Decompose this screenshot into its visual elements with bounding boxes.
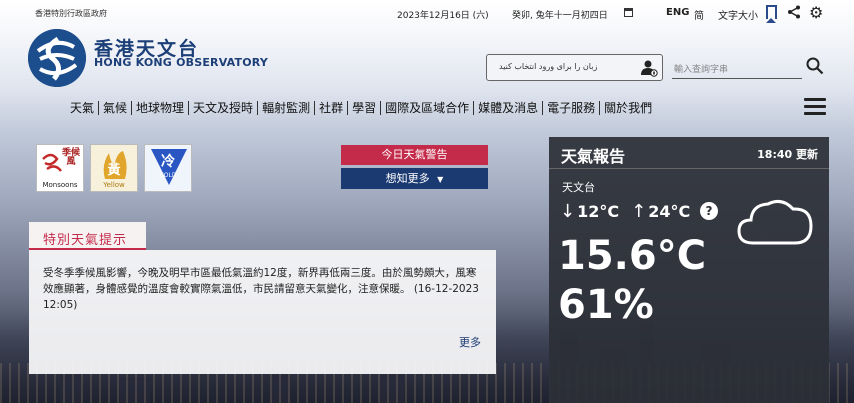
caret-down-icon: ▼	[437, 175, 444, 184]
learn-more-label: 想知更多	[385, 172, 430, 185]
weather-station: 天文台	[562, 181, 595, 194]
gear-icon[interactable]: ⚙	[809, 3, 823, 22]
special-tips-more-link[interactable]: 更多	[459, 334, 481, 350]
current-temperature: 15.6°C	[558, 233, 707, 279]
nav-item-geophysics[interactable]: 地球物理	[132, 101, 190, 115]
special-tips-panel: 受冬季季候風影響，今晚及明早市區最低氣溫約12度，新界再低兩三度。由於風勢頗大，…	[29, 250, 496, 374]
cloud-icon	[735, 193, 815, 249]
help-icon[interactable]: ?	[700, 202, 718, 220]
weather-report-title: 天氣報告	[561, 147, 626, 166]
nav-item-eservices[interactable]: 電子服務	[543, 101, 601, 115]
observatory-logo[interactable]	[28, 29, 86, 87]
cold-cn: 冷	[161, 154, 175, 170]
top-bar: 香港特別行政區政府 2023年12月16日 (六) 癸卯, 兔年十一月初四日 E…	[0, 0, 854, 28]
nav-item-climate[interactable]: 氣候	[99, 101, 133, 115]
current-humidity: 61%	[558, 282, 654, 328]
search-input[interactable]: 輸入查詢字串	[672, 55, 802, 79]
nav-item-community[interactable]: 社群	[315, 101, 349, 115]
voice-language-selector[interactable]: زبان را برای ورود انتخاب کنید	[486, 54, 663, 81]
cold-label: COLD	[159, 172, 177, 179]
cold-yellow-warning-icon[interactable]: 黃 Yellow	[90, 144, 138, 192]
arrow-up-icon: ↑	[631, 201, 647, 222]
weather-report-header: 天氣報告 18:40 更新	[549, 137, 829, 169]
today-warnings-button[interactable]: 今日天氣警告	[341, 145, 488, 165]
gov-label[interactable]: 香港特別行政區政府	[35, 8, 107, 19]
lang-english-link[interactable]: ENG	[666, 7, 689, 18]
arrow-down-icon: ↓	[560, 201, 576, 222]
special-tips-text: 受冬季季候風影響，今晚及明早市區最低氣溫約12度，新界再低兩三度。由於風勢頗大，…	[43, 267, 479, 311]
nav-item-weather[interactable]: 天氣	[66, 101, 100, 115]
nav-item-media[interactable]: 媒體及消息	[474, 101, 544, 115]
font-size-button[interactable]: 文字大小	[718, 7, 758, 22]
search-placeholder: 輸入查詢字串	[674, 65, 729, 75]
monsoon-label: Monsoons	[42, 181, 78, 189]
logo-name-english[interactable]: HONG KONG OBSERVATORY	[94, 56, 268, 69]
main-nav: 天氣 氣候 地球物理 天文及授時 輻射監測 社群 學習 國際及區域合作 媒體及消…	[66, 96, 656, 120]
voice-language-text: زبان را برای ورود انتخاب کنید	[499, 62, 598, 71]
share-icon[interactable]	[787, 5, 801, 23]
cold-weather-warning-icon[interactable]: 冷 COLD	[144, 144, 192, 192]
lang-simplified-link[interactable]: 简	[694, 7, 704, 22]
nav-item-radiation[interactable]: 輻射監測	[258, 101, 316, 115]
calendar-icon[interactable]	[624, 8, 633, 17]
min-temp-value: 12°C	[577, 202, 620, 221]
search-icon[interactable]	[806, 57, 824, 75]
hamburger-menu-icon[interactable]	[804, 98, 826, 115]
special-tips-title: 特別天氣提示	[43, 233, 128, 248]
monsoon-cn: 季候風	[61, 148, 80, 167]
max-temp: ↑ 24°C	[631, 201, 690, 222]
min-temp: ↓ 12°C	[560, 201, 619, 222]
warning-icons: 季候風 Monsoons 黃 Yellow 冷 COLD	[36, 144, 192, 192]
bookmark-icon[interactable]	[766, 5, 777, 23]
weather-update-time: 18:40 更新	[757, 148, 818, 161]
max-temp-value: 24°C	[648, 202, 691, 221]
monsoon-warning-icon[interactable]: 季候風 Monsoons	[36, 144, 84, 192]
nav-item-international[interactable]: 國際及區域合作	[381, 101, 475, 115]
nav-item-about[interactable]: 關於我們	[600, 101, 656, 115]
current-date: 2023年12月16日 (六)	[397, 11, 489, 21]
yellow-cn: 黃	[107, 163, 121, 178]
lunar-date: 癸卯, 兔年十一月初四日	[512, 11, 608, 21]
nav-item-astronomy[interactable]: 天文及授時	[189, 101, 259, 115]
user-voice-icon[interactable]	[640, 59, 658, 77]
weather-min-max: ↓ 12°C ↑ 24°C	[560, 201, 690, 222]
weather-report-card[interactable]: 天氣報告 18:40 更新 天文台 ↓ 12°C ↑ 24°C ? 15.6°C 6…	[549, 137, 829, 403]
learn-more-button[interactable]: 想知更多 ▼	[341, 168, 488, 189]
special-tips-tab[interactable]: 特別天氣提示	[29, 222, 146, 250]
nav-item-learning[interactable]: 學習	[348, 101, 382, 115]
yellow-label: Yellow	[103, 181, 125, 189]
